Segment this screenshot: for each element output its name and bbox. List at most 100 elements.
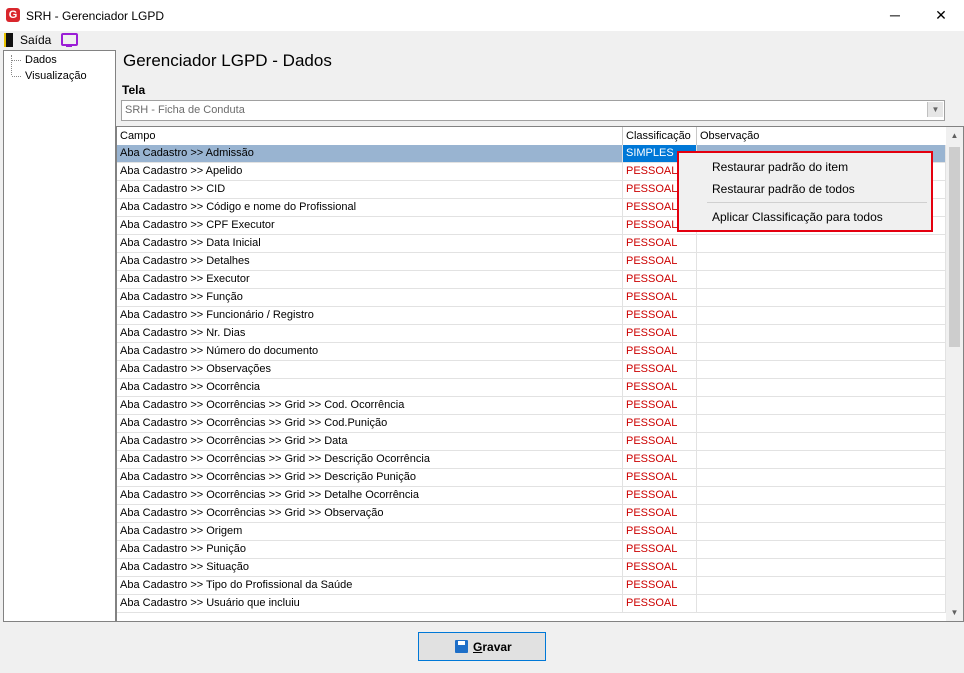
table-row[interactable]: Aba Cadastro >> Observações PESSOAL xyxy=(117,361,946,379)
tela-select[interactable]: SRH - Ficha de Conduta ▼ xyxy=(121,100,945,121)
cell-campo[interactable]: Aba Cadastro >> Punição xyxy=(117,541,623,558)
table-row[interactable]: Aba Cadastro >> Ocorrências >> Grid >> D… xyxy=(117,451,946,469)
cell-classificacao[interactable]: PESSOAL xyxy=(623,235,697,252)
table-row[interactable]: Aba Cadastro >> Ocorrências >> Grid >> D… xyxy=(117,433,946,451)
cell-campo[interactable]: Aba Cadastro >> CPF Executor xyxy=(117,217,623,234)
cell-campo[interactable]: Aba Cadastro >> Ocorrência xyxy=(117,379,623,396)
cell-campo[interactable]: Aba Cadastro >> Ocorrências >> Grid >> O… xyxy=(117,505,623,522)
cell-campo[interactable]: Aba Cadastro >> Origem xyxy=(117,523,623,540)
cell-campo[interactable]: Aba Cadastro >> Observações xyxy=(117,361,623,378)
column-header-campo[interactable]: Campo xyxy=(117,127,623,145)
cell-campo[interactable]: Aba Cadastro >> Ocorrências >> Grid >> D… xyxy=(117,469,623,486)
cell-campo[interactable]: Aba Cadastro >> Ocorrências >> Grid >> D… xyxy=(117,433,623,450)
exit-menu-item[interactable]: Saída xyxy=(20,33,51,47)
cell-observacao[interactable] xyxy=(697,271,946,288)
table-row[interactable]: Aba Cadastro >> Ocorrências >> Grid >> C… xyxy=(117,415,946,433)
cell-observacao[interactable] xyxy=(697,361,946,378)
vertical-scrollbar[interactable]: ▲ ▼ xyxy=(946,127,963,621)
cell-observacao[interactable] xyxy=(697,559,946,576)
cell-observacao[interactable] xyxy=(697,451,946,468)
cell-campo[interactable]: Aba Cadastro >> Situação xyxy=(117,559,623,576)
cell-campo[interactable]: Aba Cadastro >> Nr. Dias xyxy=(117,325,623,342)
scroll-down-icon[interactable]: ▼ xyxy=(946,604,963,621)
table-row[interactable]: Aba Cadastro >> Funcionário / Registro PE… xyxy=(117,307,946,325)
table-row[interactable]: Aba Cadastro >> Punição PESSOAL xyxy=(117,541,946,559)
cell-classificacao[interactable]: PESSOAL xyxy=(623,379,697,396)
table-row[interactable]: Aba Cadastro >> Data Inicial PESSOAL xyxy=(117,235,946,253)
cell-classificacao[interactable]: PESSOAL xyxy=(623,559,697,576)
cell-classificacao[interactable]: PESSOAL xyxy=(623,577,697,594)
cell-observacao[interactable] xyxy=(697,343,946,360)
cell-observacao[interactable] xyxy=(697,235,946,252)
cell-classificacao[interactable]: PESSOAL xyxy=(623,361,697,378)
cell-classificacao[interactable]: PESSOAL xyxy=(623,541,697,558)
column-header-observacao[interactable]: Observação xyxy=(697,127,946,145)
table-row[interactable]: Aba Cadastro >> Tipo do Profissional da … xyxy=(117,577,946,595)
cell-observacao[interactable] xyxy=(697,325,946,342)
cell-classificacao[interactable]: PESSOAL xyxy=(623,487,697,504)
cell-observacao[interactable] xyxy=(697,253,946,270)
cell-observacao[interactable] xyxy=(697,487,946,504)
cell-classificacao[interactable]: PESSOAL xyxy=(623,289,697,306)
cell-observacao[interactable] xyxy=(697,307,946,324)
cell-classificacao[interactable]: PESSOAL xyxy=(623,397,697,414)
cell-classificacao[interactable]: PESSOAL xyxy=(623,343,697,360)
cell-classificacao[interactable]: PESSOAL xyxy=(623,271,697,288)
table-row[interactable]: Aba Cadastro >> Usuário que incluiu PESSO… xyxy=(117,595,946,613)
cell-observacao[interactable] xyxy=(697,433,946,450)
cell-campo[interactable]: Aba Cadastro >> Usuário que incluiu xyxy=(117,595,623,612)
cell-observacao[interactable] xyxy=(697,415,946,432)
cell-campo[interactable]: Aba Cadastro >> Código e nome do Profiss… xyxy=(117,199,623,216)
save-button[interactable]: Gravar xyxy=(418,632,546,661)
cell-campo[interactable]: Aba Cadastro >> Ocorrências >> Grid >> D… xyxy=(117,487,623,504)
cell-observacao[interactable] xyxy=(697,541,946,558)
cell-observacao[interactable] xyxy=(697,523,946,540)
cell-classificacao[interactable]: PESSOAL xyxy=(623,415,697,432)
cell-classificacao[interactable]: PESSOAL xyxy=(623,595,697,612)
table-row[interactable]: Aba Cadastro >> Ocorrências >> Grid >> O… xyxy=(117,505,946,523)
cell-campo[interactable]: Aba Cadastro >> Tipo do Profissional da … xyxy=(117,577,623,594)
cell-observacao[interactable] xyxy=(697,397,946,414)
table-row[interactable]: Aba Cadastro >> Ocorrência PESSOAL xyxy=(117,379,946,397)
table-row[interactable]: Aba Cadastro >> Número do documento PESSO… xyxy=(117,343,946,361)
cell-classificacao[interactable]: PESSOAL xyxy=(623,469,697,486)
table-row[interactable]: Aba Cadastro >> Ocorrências >> Grid >> D… xyxy=(117,469,946,487)
cell-campo[interactable]: Aba Cadastro >> Ocorrências >> Grid >> D… xyxy=(117,451,623,468)
cell-campo[interactable]: Aba Cadastro >> Apelido xyxy=(117,163,623,180)
exit-door-icon[interactable] xyxy=(4,33,13,47)
table-row[interactable]: Aba Cadastro >> Ocorrências >> Grid >> C… xyxy=(117,397,946,415)
cell-campo[interactable]: Aba Cadastro >> Ocorrências >> Grid >> C… xyxy=(117,397,623,414)
table-row[interactable]: Aba Cadastro >> Origem PESSOAL xyxy=(117,523,946,541)
cell-campo[interactable]: Aba Cadastro >> Funcionário / Registro xyxy=(117,307,623,324)
scrollbar-thumb[interactable] xyxy=(949,147,960,347)
table-row[interactable]: Aba Cadastro >> Função PESSOAL xyxy=(117,289,946,307)
cell-observacao[interactable] xyxy=(697,379,946,396)
cell-campo[interactable]: Aba Cadastro >> Executor xyxy=(117,271,623,288)
tree-item-dados[interactable]: Dados xyxy=(25,54,57,66)
cell-classificacao[interactable]: PESSOAL xyxy=(623,433,697,450)
table-row[interactable]: Aba Cadastro >> Detalhes PESSOAL xyxy=(117,253,946,271)
table-row[interactable]: Aba Cadastro >> Ocorrências >> Grid >> D… xyxy=(117,487,946,505)
cell-campo[interactable]: Aba Cadastro >> Ocorrências >> Grid >> C… xyxy=(117,415,623,432)
table-row[interactable]: Aba Cadastro >> Nr. Dias PESSOAL xyxy=(117,325,946,343)
menu-item-aplicar-classificacao[interactable]: Aplicar Classificação para todos xyxy=(712,210,883,224)
cell-observacao[interactable] xyxy=(697,595,946,612)
cell-campo[interactable]: Aba Cadastro >> Admissão xyxy=(117,145,623,162)
cell-classificacao[interactable]: PESSOAL xyxy=(623,505,697,522)
scroll-up-icon[interactable]: ▲ xyxy=(946,127,963,144)
cell-observacao[interactable] xyxy=(697,577,946,594)
cell-campo[interactable]: Aba Cadastro >> Detalhes xyxy=(117,253,623,270)
tree-item-visualizacao[interactable]: Visualização xyxy=(25,70,87,82)
cell-classificacao[interactable]: PESSOAL xyxy=(623,325,697,342)
cell-classificacao[interactable]: PESSOAL xyxy=(623,253,697,270)
cell-observacao[interactable] xyxy=(697,505,946,522)
cell-observacao[interactable] xyxy=(697,469,946,486)
menu-item-restaurar-todos[interactable]: Restaurar padrão de todos xyxy=(712,182,855,196)
table-row[interactable]: Aba Cadastro >> Situação PESSOAL xyxy=(117,559,946,577)
chevron-down-icon[interactable]: ▼ xyxy=(927,102,943,117)
cell-campo[interactable]: Aba Cadastro >> Data Inicial xyxy=(117,235,623,252)
table-row[interactable]: Aba Cadastro >> Executor PESSOAL xyxy=(117,271,946,289)
menu-item-restaurar-item[interactable]: Restaurar padrão do item xyxy=(712,160,848,174)
column-header-classificacao[interactable]: Classificação xyxy=(623,127,697,145)
cell-classificacao[interactable]: PESSOAL xyxy=(623,451,697,468)
